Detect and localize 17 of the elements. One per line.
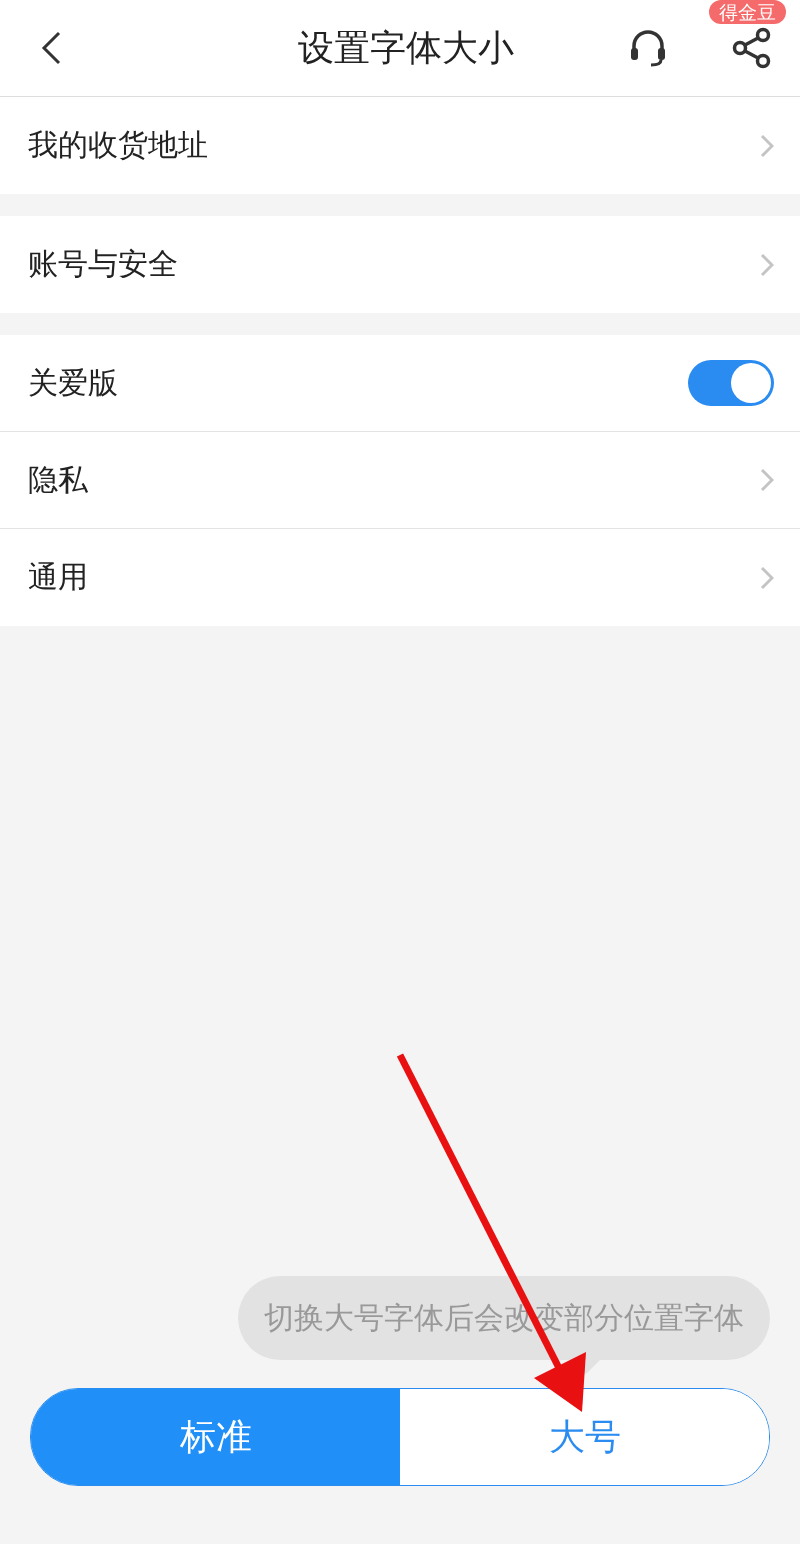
settings-row[interactable]: 关爱版 (0, 335, 800, 432)
row-label: 隐私 (28, 460, 88, 499)
settings-row[interactable]: 通用 (0, 529, 800, 626)
chevron-icon (760, 133, 774, 158)
toggle-switch[interactable] (688, 360, 774, 406)
chevron-icon (760, 565, 774, 590)
page-title: 设置字体大小 (298, 25, 514, 70)
row-label: 账号与安全 (28, 245, 178, 283)
chevron-icon (760, 468, 774, 492)
row-label: 关爱版 (28, 363, 118, 402)
settings-row[interactable]: 账号与安全 (0, 216, 800, 313)
settings-row[interactable]: 我的收货地址 (0, 97, 800, 194)
settings-row[interactable]: 隐私 (0, 432, 800, 529)
row-label: 通用 (28, 558, 88, 596)
back-icon[interactable] (40, 30, 62, 66)
row-label: 我的收货地址 (28, 126, 208, 164)
chevron-icon (760, 252, 774, 277)
